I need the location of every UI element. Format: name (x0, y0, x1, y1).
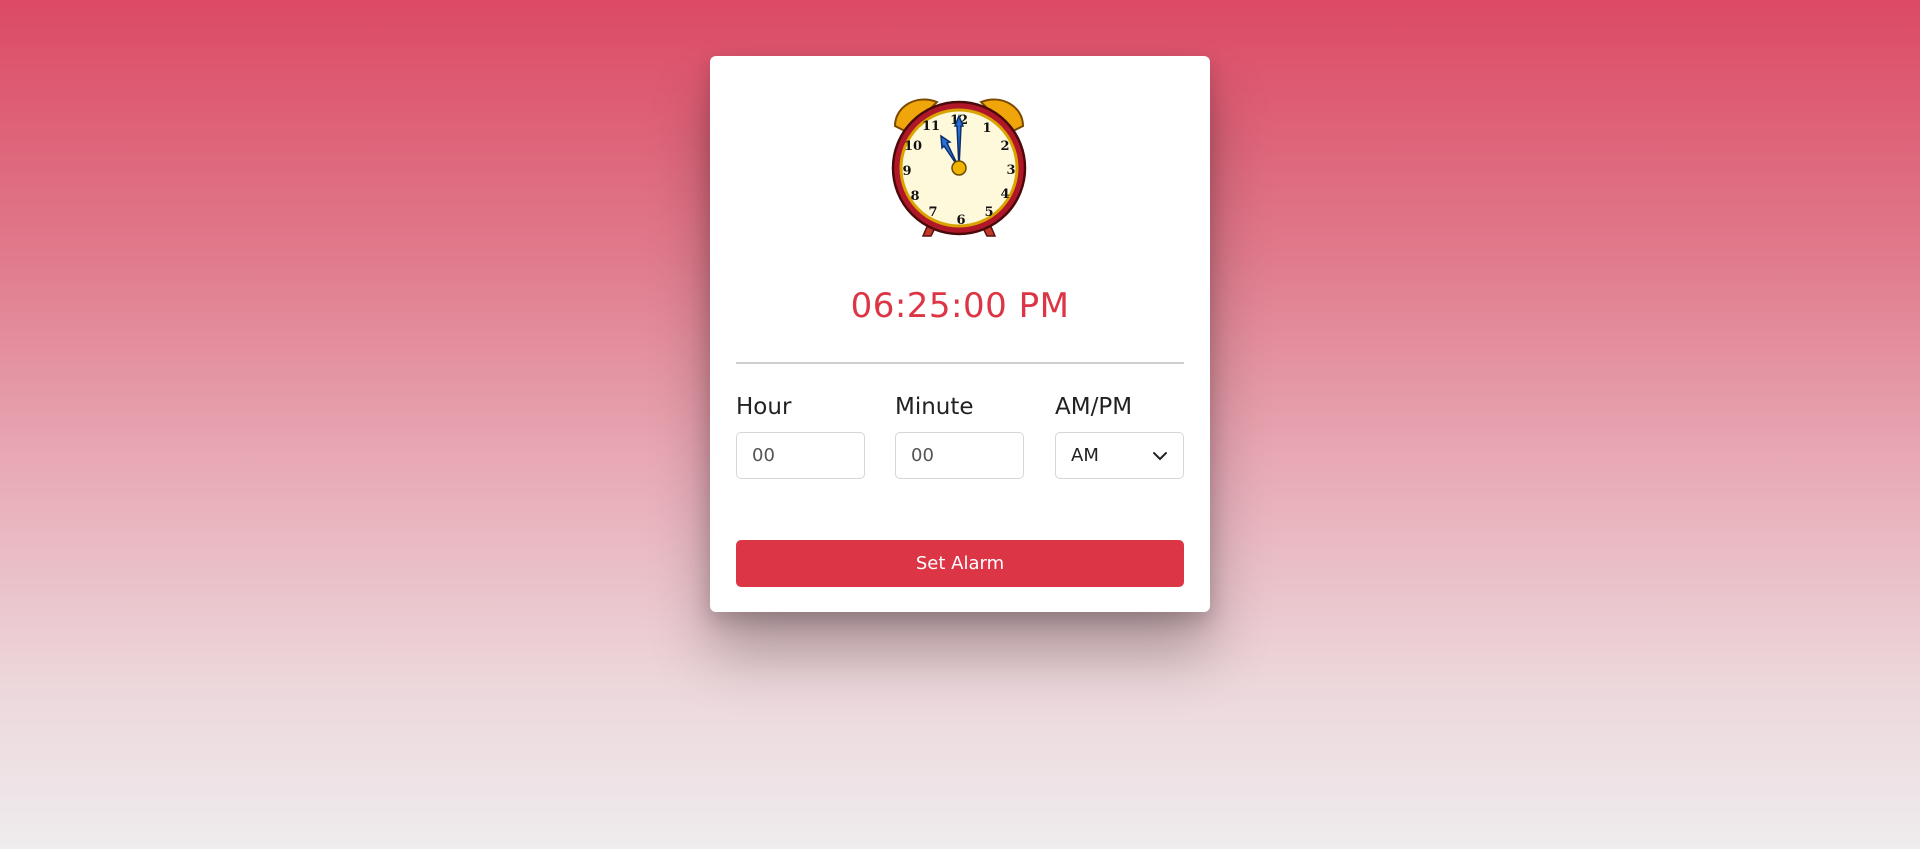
clock-numeral: 3 (1006, 163, 1015, 178)
ampm-selected-value: AM (1071, 445, 1099, 466)
chevron-down-icon (1153, 451, 1167, 460)
ampm-label: AM/PM (1055, 394, 1133, 420)
hour-field: Hour (736, 394, 865, 479)
minute-label: Minute (895, 394, 974, 420)
clock-numeral: 1 (982, 121, 991, 136)
clock-numeral: 10 (904, 139, 922, 154)
ampm-field: AM/PM AM (1055, 394, 1184, 479)
alarm-clock-icon: 12 1 2 3 4 5 6 7 8 9 10 11 (889, 86, 1029, 238)
hour-label: Hour (736, 394, 792, 420)
current-time: 06:25:00 PM (850, 286, 1070, 326)
clock-numeral: 5 (984, 205, 993, 220)
ampm-select[interactable]: AM (1055, 432, 1184, 479)
minute-input[interactable] (895, 432, 1024, 479)
clock-numeral: 8 (910, 189, 919, 204)
divider (736, 362, 1184, 364)
clock-numeral: 2 (1000, 139, 1009, 154)
clock-numeral: 4 (1000, 187, 1009, 202)
clock-numeral: 6 (956, 213, 965, 228)
alarm-card: 12 1 2 3 4 5 6 7 8 9 10 11 06:25:00 PM H… (710, 56, 1210, 612)
set-alarm-button[interactable]: Set Alarm (736, 540, 1184, 587)
hour-input[interactable] (736, 432, 865, 479)
clock-numeral: 9 (902, 164, 911, 179)
clock-numeral: 11 (922, 119, 940, 134)
clock-numeral: 7 (928, 205, 937, 220)
minute-field: Minute (895, 394, 1024, 479)
